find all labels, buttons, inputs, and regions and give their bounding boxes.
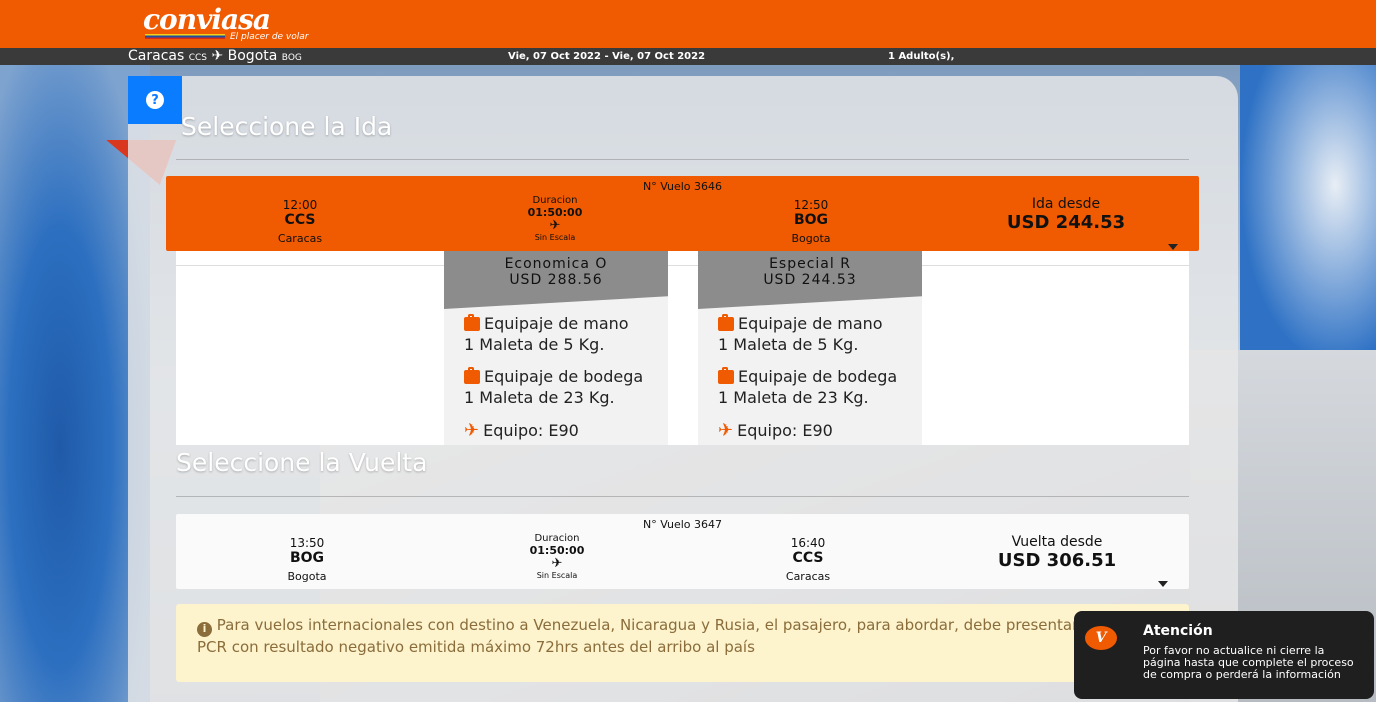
departure-time: 13:50 xyxy=(289,536,325,550)
return-flight-card[interactable]: N° Vuelo 3647 13:50 BOG Bogota Duracion … xyxy=(176,514,1189,589)
fare-name: Economica O xyxy=(504,256,608,272)
flight-number: N° Vuelo 3647 xyxy=(642,518,723,531)
airplane-icon: ✈ xyxy=(549,218,561,233)
fare-card-especial[interactable]: Especial R USD 244.53 Equipaje de mano 1… xyxy=(698,251,922,445)
carry-on-label: Equipaje de mano xyxy=(484,314,629,333)
fare-price: USD 244.53 xyxy=(763,272,857,288)
arrival-info: 16:40 CCS Caracas xyxy=(738,536,878,583)
price-info: Ida desde USD 244.53 xyxy=(966,196,1166,233)
airplane-icon: ✈ xyxy=(464,420,480,441)
arrival-code: BOG xyxy=(793,212,829,228)
fare-header: Economica O USD 288.56 xyxy=(444,251,668,309)
arrival-info: 12:50 BOG Bogota xyxy=(741,198,881,245)
top-bar: conviasa El placer de volar xyxy=(0,0,1376,48)
duration-label: Duracion xyxy=(534,533,580,544)
expand-caret-icon[interactable] xyxy=(1158,581,1168,587)
travel-dates: Vie, 07 Oct 2022 - Vie, 07 Oct 2022 xyxy=(508,51,706,62)
outbound-flight-card[interactable]: N° Vuelo 3646 12:00 CCS Caracas Duracion… xyxy=(166,176,1199,251)
origin-code: CCS xyxy=(188,53,207,63)
origin-city: Caracas xyxy=(128,48,185,64)
departure-city: Bogota xyxy=(287,570,327,583)
checked-bag-value: 1 Maleta de 23 Kg. xyxy=(464,388,615,407)
divider xyxy=(176,496,1189,497)
stops-label: Sin Escala xyxy=(536,571,578,580)
equipment-label: Equipo: E90 xyxy=(737,421,833,440)
question-icon: ? xyxy=(146,91,164,109)
flight-number: N° Vuelo 3646 xyxy=(642,180,723,193)
pcr-notice: i Para vuelos internacionales con destin… xyxy=(176,604,1189,682)
departure-time: 12:00 xyxy=(282,198,318,212)
background-sky-right xyxy=(1240,65,1376,365)
price-info: Vuelta desde USD 306.51 xyxy=(957,534,1157,571)
departure-city: Caracas xyxy=(277,232,323,245)
airplane-icon: ✈ xyxy=(718,420,734,441)
help-button[interactable]: ? xyxy=(128,76,182,124)
checked-bag-label: Equipaje de bodega xyxy=(738,367,898,386)
airplane-icon: ✈ xyxy=(211,48,224,64)
divider xyxy=(176,265,1189,266)
return-title: Seleccione la Vuelta xyxy=(176,448,428,477)
departure-code: BOG xyxy=(289,550,325,566)
toast-title: Atención xyxy=(1143,623,1213,639)
attention-toast[interactable]: V Atención Por favor no actualice ni cie… xyxy=(1074,611,1374,699)
brand-logo-icon: V xyxy=(1085,626,1117,650)
fare-header: Especial R USD 244.53 xyxy=(698,251,922,309)
arrival-time: 12:50 xyxy=(793,198,829,212)
luggage-icon xyxy=(718,366,734,384)
route-summary: Caracas CCS ✈ Bogota BOG xyxy=(128,48,302,67)
departure-info: 13:50 BOG Bogota xyxy=(237,536,377,583)
departure-info: 12:00 CCS Caracas xyxy=(230,198,370,245)
info-icon: i xyxy=(197,621,212,637)
carry-on-value: 1 Maleta de 5 Kg. xyxy=(718,335,859,354)
duration-info: Duracion 01:50:00 ✈ Sin Escala xyxy=(497,533,617,580)
expand-caret-icon[interactable] xyxy=(1168,244,1178,250)
checked-bag-value: 1 Maleta de 23 Kg. xyxy=(718,388,869,407)
fare-card-economica[interactable]: Economica O USD 288.56 Equipaje de mano … xyxy=(444,251,668,445)
carry-on-label: Equipaje de mano xyxy=(738,314,883,333)
arrival-time: 16:40 xyxy=(790,536,826,550)
airplane-icon: ✈ xyxy=(551,556,563,571)
search-summary-bar: Caracas CCS ✈ Bogota BOG Vie, 07 Oct 202… xyxy=(0,48,1376,65)
luggage-icon xyxy=(464,313,480,331)
arrival-city: Bogota xyxy=(791,232,831,245)
price-label: Ida desde xyxy=(1031,196,1101,212)
fare-options-area xyxy=(176,251,1189,445)
notice-text: Para vuelos internacionales con destino … xyxy=(197,616,1155,656)
arrival-city: Caracas xyxy=(785,570,831,583)
outbound-title: Seleccione la Ida xyxy=(181,112,393,141)
equipment-label: Equipo: E90 xyxy=(483,421,579,440)
brand-logo[interactable]: conviasa xyxy=(143,6,271,34)
toast-message: Por favor no actualice ni cierre la pági… xyxy=(1143,644,1354,681)
stops-label: Sin Escala xyxy=(534,233,576,242)
brand-tagline: El placer de volar xyxy=(230,32,309,42)
arrival-code: CCS xyxy=(792,550,824,566)
duration-label: Duracion xyxy=(532,195,578,206)
logo-flag-stripe xyxy=(145,34,225,39)
destination-code: BOG xyxy=(281,53,302,63)
divider xyxy=(176,159,1189,160)
carry-on-value: 1 Maleta de 5 Kg. xyxy=(464,335,605,354)
luggage-icon xyxy=(464,366,480,384)
checked-bag-label: Equipaje de bodega xyxy=(484,367,644,386)
luggage-icon xyxy=(718,313,734,331)
price-label: Vuelta desde xyxy=(1011,534,1103,550)
fare-price: USD 288.56 xyxy=(509,272,603,288)
price-value: USD 244.53 xyxy=(1006,212,1126,233)
departure-code: CCS xyxy=(284,212,316,228)
destination-city: Bogota xyxy=(227,48,278,64)
fare-details: Equipaje de mano 1 Maleta de 5 Kg. Equip… xyxy=(718,313,897,441)
passenger-count: 1 Adulto(s), xyxy=(888,51,955,62)
fare-name: Especial R xyxy=(769,256,851,272)
fare-details: Equipaje de mano 1 Maleta de 5 Kg. Equip… xyxy=(464,313,643,441)
duration-info: Duracion 01:50:00 ✈ Sin Escala xyxy=(495,195,615,242)
price-value: USD 306.51 xyxy=(997,550,1117,571)
